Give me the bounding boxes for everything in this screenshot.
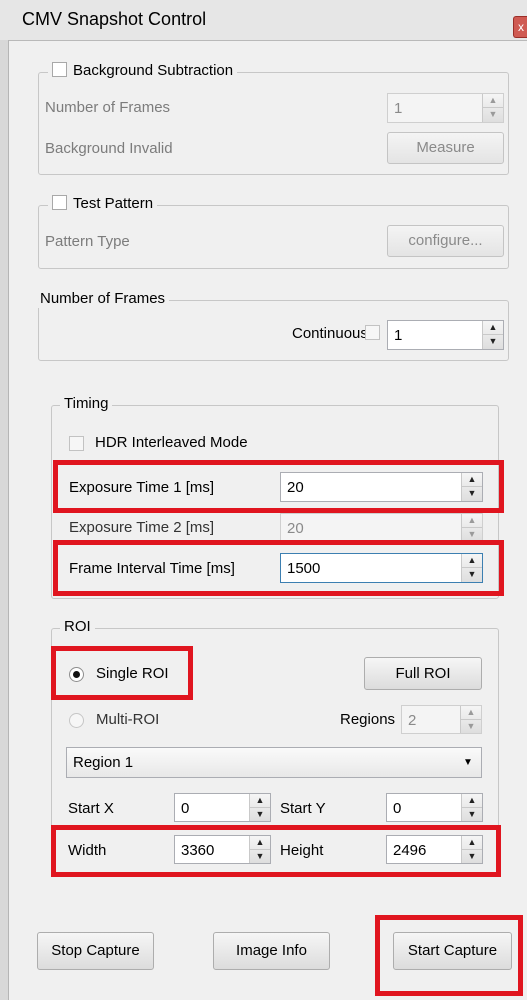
multi-roi-radio[interactable] [69,713,84,728]
continuous-checkbox[interactable] [365,325,380,340]
start-capture-button[interactable]: Start Capture [393,932,512,970]
regions-arrows[interactable]: ▲ ▼ [460,706,481,733]
height-arrows[interactable]: ▲ ▼ [461,836,482,863]
full-roi-button[interactable]: Full ROI [364,657,482,690]
close-icon[interactable]: x [513,16,527,38]
start-x-value: 0 [181,800,190,817]
interval-value: 1500 [287,560,321,577]
bg-frames-arrows[interactable]: ▲ ▼ [482,94,503,122]
exposure1-value: 20 [287,479,304,496]
frames-arrows[interactable]: ▲ ▼ [482,321,503,349]
image-info-button[interactable]: Image Info [213,932,330,970]
timing-title: Timing [60,395,113,413]
spin-down-icon[interactable]: ▼ [462,850,482,864]
region-selected-value: Region 1 [73,754,134,771]
regions-label: Regions [340,711,396,728]
spin-down-icon[interactable]: ▼ [483,335,503,349]
spin-down-icon[interactable]: ▼ [483,108,503,122]
bg-frames-spinbox[interactable]: 1 ▲ ▼ [387,93,504,123]
spin-down-icon[interactable]: ▼ [462,568,482,582]
multi-roi-label: Multi-ROI [96,711,160,728]
exposure1-label: Exposure Time 1 [ms] [69,479,215,496]
regions-spinbox[interactable]: 2 ▲ ▼ [401,705,482,734]
exposure2-spinbox[interactable]: 20 ▲ ▼ [280,513,483,542]
start-x-label: Start X [68,800,114,817]
roi-title: ROI [60,618,95,636]
window-left-edge [0,40,9,1000]
spin-up-icon[interactable]: ▲ [483,321,503,335]
spin-up-icon[interactable]: ▲ [461,706,481,720]
frames-value: 1 [394,327,403,344]
exposure2-arrows[interactable]: ▲ ▼ [461,514,482,541]
window-title: CMV Snapshot Control [22,9,207,29]
pattern-type-label: Pattern Type [45,233,130,250]
interval-spinbox[interactable]: 1500 ▲ ▼ [280,553,483,583]
spin-down-icon[interactable]: ▼ [462,808,482,822]
frames-spinbox[interactable]: 1 ▲ ▼ [387,320,504,350]
background-subtraction-label: Background Subtraction [73,62,234,79]
bg-frames-label: Number of Frames [45,99,171,116]
measure-button[interactable]: Measure [387,132,504,164]
stop-capture-button[interactable]: Stop Capture [37,932,154,970]
spin-down-icon[interactable]: ▼ [462,487,482,501]
spin-up-icon[interactable]: ▲ [462,514,482,528]
background-status-label: Background Invalid [45,140,173,157]
bg-frames-value: 1 [394,100,403,117]
spin-up-icon[interactable]: ▲ [462,794,482,808]
spin-down-icon[interactable]: ▼ [250,850,270,864]
spin-up-icon[interactable]: ▲ [250,836,270,850]
spin-up-icon[interactable]: ▲ [462,473,482,487]
width-value: 3360 [181,842,215,859]
spin-up-icon[interactable]: ▲ [250,794,270,808]
configure-button[interactable]: configure... [387,225,504,257]
regions-value: 2 [408,712,417,729]
spin-up-icon[interactable]: ▲ [483,94,503,108]
spin-down-icon[interactable]: ▼ [461,720,481,734]
spin-down-icon[interactable]: ▼ [250,808,270,822]
exposure2-value: 20 [287,520,304,537]
height-value: 2496 [393,842,427,859]
hdr-checkbox[interactable] [69,436,84,451]
number-of-frames-title: Number of Frames [36,290,170,308]
height-spinbox[interactable]: 2496 ▲ ▼ [386,835,483,864]
width-spinbox[interactable]: 3360 ▲ ▼ [174,835,271,864]
spin-down-icon[interactable]: ▼ [462,528,482,542]
exposure2-label: Exposure Time 2 [ms] [69,519,215,536]
exposure1-arrows[interactable]: ▲ ▼ [461,473,482,501]
start-x-spinbox[interactable]: 0 ▲ ▼ [174,793,271,822]
start-y-arrows[interactable]: ▲ ▼ [461,794,482,821]
title-bar: CMV Snapshot Control x [0,0,527,41]
height-label: Height [280,842,324,859]
start-y-spinbox[interactable]: 0 ▲ ▼ [386,793,483,822]
test-pattern-legend: Test Pattern [48,195,158,213]
spin-up-icon[interactable]: ▲ [462,554,482,568]
test-pattern-checkbox[interactable] [52,195,67,210]
exposure1-spinbox[interactable]: 20 ▲ ▼ [280,472,483,502]
start-y-value: 0 [393,800,402,817]
start-x-arrows[interactable]: ▲ ▼ [249,794,270,821]
interval-arrows[interactable]: ▲ ▼ [461,554,482,582]
test-pattern-label: Test Pattern [73,195,154,212]
radio-selected-dot [73,671,80,678]
background-subtraction-checkbox[interactable] [52,62,67,77]
interval-label: Frame Interval Time [ms] [69,560,235,577]
spin-up-icon[interactable]: ▲ [462,836,482,850]
single-roi-label: Single ROI [96,665,169,682]
chevron-down-icon[interactable]: ▼ [463,748,473,778]
start-y-label: Start Y [280,800,326,817]
background-subtraction-legend: Background Subtraction [48,62,238,80]
hdr-label: HDR Interleaved Mode [95,434,248,451]
width-arrows[interactable]: ▲ ▼ [249,836,270,863]
single-roi-radio[interactable] [69,667,84,682]
width-label: Width [68,842,107,859]
region-select[interactable]: Region 1 ▼ [66,747,482,778]
continuous-label: Continuous [292,325,368,342]
